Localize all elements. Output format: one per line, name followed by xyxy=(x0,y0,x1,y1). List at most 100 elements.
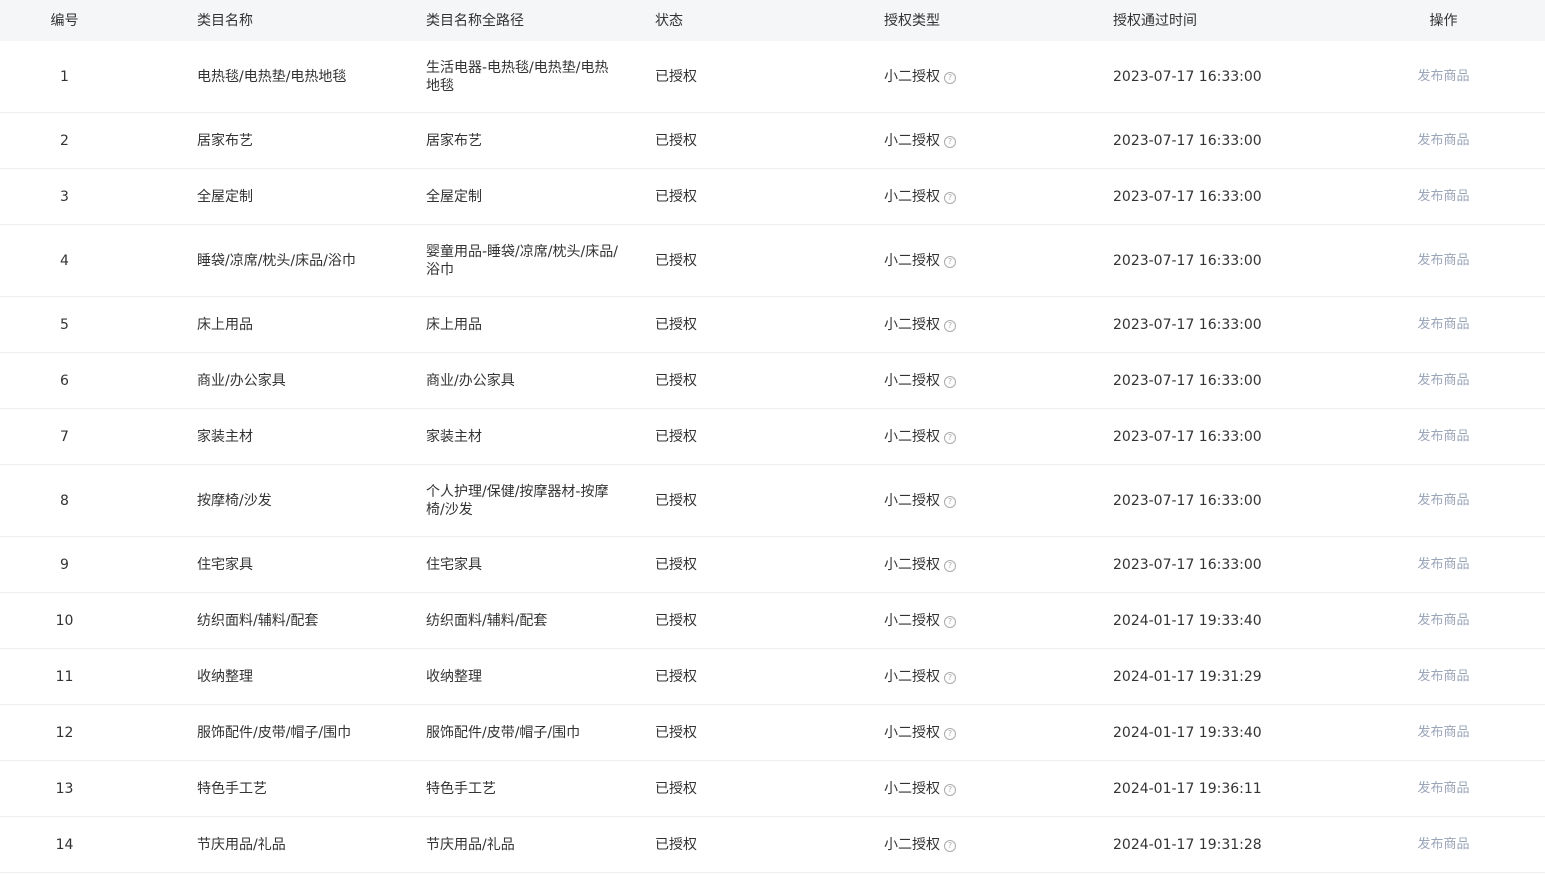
auth-type-text: 小二授权 xyxy=(884,556,940,573)
status-text: 已授权 xyxy=(655,492,697,509)
table-row: 12 服饰配件/皮带/帽子/围巾 服饰配件/皮带/帽子/围巾 已授权 小二授权? 2024… xyxy=(0,705,1545,761)
category-path-text: 婴童用品-睡袋/凉席/枕头/床品/浴巾 xyxy=(426,243,618,278)
question-circle-icon[interactable]: ? xyxy=(944,839,956,852)
auth-type: 小二授权? xyxy=(884,428,1113,446)
category-name: 睡袋/凉席/枕头/床品/浴巾 xyxy=(197,252,356,269)
auth-time: 2023-07-17 16:33:00 xyxy=(1113,132,1262,149)
question-circle-icon[interactable]: ? xyxy=(944,615,956,628)
auth-type: 小二授权? xyxy=(884,132,1113,150)
op-cell: 发布商品 xyxy=(1342,723,1545,742)
category-name: 节庆用品/礼品 xyxy=(197,836,286,853)
auth-time: 2023-07-17 16:33:00 xyxy=(1113,252,1262,269)
status-text: 已授权 xyxy=(655,372,697,389)
row-id: 8 xyxy=(60,492,69,509)
category-path: 住宅家具 xyxy=(426,556,655,574)
auth-type: 小二授权? xyxy=(884,780,1113,798)
op-cell: 发布商品 xyxy=(1342,611,1545,630)
category-path-text: 特色手工艺 xyxy=(426,780,496,797)
row-id: 11 xyxy=(55,668,74,685)
question-circle-icon[interactable]: ? xyxy=(944,495,956,508)
category-path: 生活电器-电热毯/电热垫/电热地毯 xyxy=(426,59,655,95)
category-path-text: 商业/办公家具 xyxy=(426,372,515,389)
category-name: 全屋定制 xyxy=(197,188,253,205)
auth-type-text: 小二授权 xyxy=(884,316,940,333)
auth-type: 小二授权? xyxy=(884,836,1113,854)
status-text: 已授权 xyxy=(655,428,697,445)
table-row: 4 睡袋/凉席/枕头/床品/浴巾 婴童用品-睡袋/凉席/枕头/床品/浴巾 已授权 小二授… xyxy=(0,225,1545,297)
question-circle-icon[interactable]: ? xyxy=(944,783,956,796)
question-circle-icon[interactable]: ? xyxy=(944,135,956,148)
header-op: 操作 xyxy=(1429,12,1458,29)
publish-product-button[interactable]: 发布商品 xyxy=(1417,429,1469,444)
publish-product-button[interactable]: 发布商品 xyxy=(1417,669,1469,684)
publish-product-button[interactable]: 发布商品 xyxy=(1417,557,1469,572)
status-text: 已授权 xyxy=(655,252,697,269)
category-path: 全屋定制 xyxy=(426,188,655,206)
table-row: 8 按摩椅/沙发 个人护理/保健/按摩器材-按摩椅/沙发 已授权 小二授权? 2023-0… xyxy=(0,465,1545,537)
category-path-text: 纺织面料/辅料/配套 xyxy=(426,612,548,629)
table-row: 5 床上用品 床上用品 已授权 小二授权? 2023-07-17 16:33:00 发布商品 xyxy=(0,297,1545,353)
publish-product-button[interactable]: 发布商品 xyxy=(1417,317,1469,332)
publish-product-button[interactable]: 发布商品 xyxy=(1417,781,1469,796)
category-name: 家装主材 xyxy=(197,428,253,445)
category-path: 服饰配件/皮带/帽子/围巾 xyxy=(426,724,655,742)
question-circle-icon[interactable]: ? xyxy=(944,319,956,332)
question-circle-icon[interactable]: ? xyxy=(944,255,956,268)
auth-type-text: 小二授权 xyxy=(884,836,940,853)
table-header: 编号 类目名称 类目名称全路径 状态 授权类型 授权通过时间 操作 xyxy=(0,0,1545,41)
op-cell: 发布商品 xyxy=(1342,131,1545,150)
category-path-text: 居家布艺 xyxy=(426,132,482,149)
category-name: 电热毯/电热垫/电热地毯 xyxy=(197,68,347,85)
publish-product-button[interactable]: 发布商品 xyxy=(1417,837,1469,852)
row-id: 3 xyxy=(60,188,69,205)
auth-type: 小二授权? xyxy=(884,68,1113,86)
category-name: 住宅家具 xyxy=(197,556,253,573)
publish-product-button[interactable]: 发布商品 xyxy=(1417,493,1469,508)
status-text: 已授权 xyxy=(655,556,697,573)
publish-product-button[interactable]: 发布商品 xyxy=(1417,725,1469,740)
header-path: 类目名称全路径 xyxy=(426,12,524,29)
question-circle-icon[interactable]: ? xyxy=(944,671,956,684)
publish-product-button[interactable]: 发布商品 xyxy=(1417,69,1469,84)
op-cell: 发布商品 xyxy=(1342,555,1545,574)
table-row: 7 家装主材 家装主材 已授权 小二授权? 2023-07-17 16:33:00 发布商品 xyxy=(0,409,1545,465)
category-path-text: 住宅家具 xyxy=(426,556,482,573)
auth-type-text: 小二授权 xyxy=(884,780,940,797)
auth-time: 2024-01-17 19:31:28 xyxy=(1113,836,1262,853)
table-row: 1 电热毯/电热垫/电热地毯 生活电器-电热毯/电热垫/电热地毯 已授权 小二授权? 20… xyxy=(0,41,1545,113)
auth-time: 2023-07-17 16:33:00 xyxy=(1113,556,1262,573)
op-cell: 发布商品 xyxy=(1342,251,1545,270)
question-circle-icon[interactable]: ? xyxy=(944,71,956,84)
row-id: 1 xyxy=(60,68,69,85)
category-auth-table: 编号 类目名称 类目名称全路径 状态 授权类型 授权通过时间 操作 1 电热毯/电… xyxy=(0,0,1545,873)
publish-product-button[interactable]: 发布商品 xyxy=(1417,133,1469,148)
publish-product-button[interactable]: 发布商品 xyxy=(1417,253,1469,268)
header-time: 授权通过时间 xyxy=(1113,12,1197,29)
question-circle-icon[interactable]: ? xyxy=(944,559,956,572)
header-id: 编号 xyxy=(50,12,79,29)
auth-type: 小二授权? xyxy=(884,492,1113,510)
category-path: 商业/办公家具 xyxy=(426,372,655,390)
publish-product-button[interactable]: 发布商品 xyxy=(1417,189,1469,204)
publish-product-button[interactable]: 发布商品 xyxy=(1417,373,1469,388)
table-row: 14 节庆用品/礼品 节庆用品/礼品 已授权 小二授权? 2024-01-17 19:31… xyxy=(0,817,1545,873)
auth-type: 小二授权? xyxy=(884,372,1113,390)
auth-type: 小二授权? xyxy=(884,668,1113,686)
header-status: 状态 xyxy=(655,12,683,29)
row-id: 5 xyxy=(60,316,69,333)
auth-type: 小二授权? xyxy=(884,252,1113,270)
auth-time: 2024-01-17 19:31:29 xyxy=(1113,668,1262,685)
question-circle-icon[interactable]: ? xyxy=(944,191,956,204)
category-name: 商业/办公家具 xyxy=(197,372,286,389)
table-row: 10 纺织面料/辅料/配套 纺织面料/辅料/配套 已授权 小二授权? 2024-01-17… xyxy=(0,593,1545,649)
question-circle-icon[interactable]: ? xyxy=(944,431,956,444)
row-id: 10 xyxy=(55,612,74,629)
question-circle-icon[interactable]: ? xyxy=(944,727,956,740)
table-row: 13 特色手工艺 特色手工艺 已授权 小二授权? 2024-01-17 19:36:11 发… xyxy=(0,761,1545,817)
category-path: 家装主材 xyxy=(426,428,655,446)
category-name: 居家布艺 xyxy=(197,132,253,149)
category-path-text: 床上用品 xyxy=(426,316,482,333)
publish-product-button[interactable]: 发布商品 xyxy=(1417,613,1469,628)
question-circle-icon[interactable]: ? xyxy=(944,375,956,388)
op-cell: 发布商品 xyxy=(1342,371,1545,390)
